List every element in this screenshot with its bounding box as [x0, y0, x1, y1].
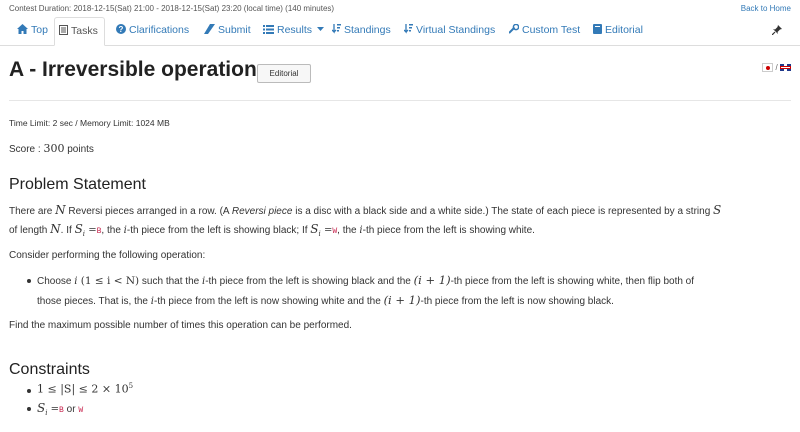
- tab-top[interactable]: Top: [13, 17, 52, 44]
- find-text: Find the maximum possible number of time…: [9, 320, 352, 331]
- code-W: W: [78, 406, 84, 415]
- score-unit: points: [67, 144, 94, 155]
- uk-flag-icon[interactable]: [780, 64, 791, 72]
- text: There are: [9, 206, 56, 217]
- text: -th piece from the left is showing black…: [126, 225, 311, 236]
- svg-text:?: ?: [119, 25, 124, 34]
- contest-info-bar: Contest Duration: 2018-12-15(Sat) 21:00 …: [0, 0, 800, 16]
- text: or: [63, 404, 79, 415]
- tab-label: Custom Test: [522, 24, 581, 36]
- math-N: N: [50, 222, 61, 236]
- text: Reversi pieces arranged in a row. (A: [65, 206, 232, 217]
- constraint-2: Si =B or W: [37, 401, 83, 417]
- tab-label: Editorial: [605, 24, 643, 36]
- math-S: S: [74, 222, 83, 236]
- operation-line-2: those pieces. That is, the i-th piece fr…: [37, 293, 614, 307]
- tab-editorial[interactable]: Editorial: [589, 17, 647, 44]
- tasks-icon: [59, 25, 68, 35]
- constraints-heading: Constraints: [9, 361, 90, 378]
- tab-label: Clarifications: [129, 24, 190, 36]
- score-line: Score : 300 points: [9, 142, 94, 155]
- sort-icon: [331, 24, 341, 34]
- lang-separator: /: [775, 63, 778, 72]
- list-bullet: [27, 407, 31, 411]
- tab-label: Tasks: [71, 25, 98, 37]
- tab-submit[interactable]: Submit: [200, 17, 255, 44]
- nav-tabs: Top Tasks ? Clarifications Submit Results…: [0, 17, 800, 46]
- math-eq: =: [47, 404, 60, 415]
- score-value: 300: [43, 142, 65, 155]
- japan-flag-icon[interactable]: [762, 63, 774, 73]
- back-to-home-link[interactable]: Back to Home: [741, 4, 791, 13]
- math-range: (1 ≤ i < N): [77, 275, 140, 287]
- text: , the: [337, 225, 360, 236]
- statement-line-2: of length N. If Si =B, the i-th piece fr…: [9, 222, 535, 238]
- page-title: A - Irreversible operation: [9, 58, 257, 81]
- text: . If: [60, 225, 75, 236]
- tab-tasks[interactable]: Tasks: [54, 17, 105, 46]
- text: -th piece from the left is showing white…: [362, 225, 535, 236]
- score-label: Score :: [9, 144, 41, 155]
- pin-icon[interactable]: [772, 25, 782, 35]
- math-S: S: [310, 222, 319, 236]
- question-icon: ?: [116, 24, 126, 34]
- sort-icon: [403, 24, 413, 34]
- tab-label: Results: [277, 24, 313, 36]
- text: -th piece from the left is showing black…: [205, 276, 414, 287]
- problem-statement-heading: Problem Statement: [9, 176, 146, 193]
- text: Choose: [37, 276, 75, 287]
- tab-label: Submit: [218, 24, 251, 36]
- list-bullet: [27, 279, 31, 283]
- caret-down-icon: [316, 27, 324, 31]
- tab-label: Virtual Standings: [416, 24, 496, 36]
- italic-term: Reversi piece: [231, 206, 293, 217]
- math-constraint: 1 ≤ |S| ≤ 2 × 10: [37, 382, 129, 396]
- list-bullet: [27, 389, 31, 393]
- tab-label: Top: [31, 24, 48, 36]
- wrench-icon: [508, 23, 520, 34]
- home-icon: [17, 24, 28, 34]
- operation-line-1: Choose i (1 ≤ i < N) such that the i-th …: [37, 273, 694, 287]
- list-icon: [263, 25, 274, 34]
- divider: [9, 100, 791, 101]
- text: -th piece from the left is now showing w…: [153, 296, 384, 307]
- text: such that the: [139, 276, 202, 287]
- text: those pieces. That is, the: [37, 296, 151, 307]
- text: is a disc with a black side and a white …: [292, 206, 714, 217]
- tab-results[interactable]: Results: [259, 17, 328, 44]
- math-S: S: [713, 203, 722, 217]
- tab-clarifications[interactable]: ? Clarifications: [112, 17, 193, 44]
- editorial-button[interactable]: Editorial: [257, 64, 311, 83]
- tab-label: Standings: [344, 24, 391, 36]
- math-eq: =: [320, 225, 333, 236]
- math-i-plus-1: (i + 1): [413, 273, 451, 287]
- contest-duration: Contest Duration: 2018-12-15(Sat) 21:00 …: [9, 4, 335, 13]
- math-S: S: [37, 401, 46, 415]
- statement-line-1: There are N Reversi pieces arranged in a…: [9, 203, 721, 217]
- limits-text: Time Limit: 2 sec / Memory Limit: 1024 M…: [9, 118, 170, 128]
- math-eq: =: [85, 225, 97, 236]
- text: , the: [101, 225, 124, 236]
- text: -th piece from the left is now showing b…: [420, 296, 614, 307]
- math-sup: 5: [128, 382, 134, 390]
- tab-custom-test[interactable]: Custom Test: [505, 17, 584, 44]
- tab-standings[interactable]: Standings: [328, 17, 395, 44]
- tab-virtual-standings[interactable]: Virtual Standings: [400, 17, 499, 44]
- text: -th piece from the left is showing white…: [450, 276, 695, 287]
- constraint-1: 1 ≤ |S| ≤ 2 × 105: [37, 382, 133, 395]
- consider-text: Consider performing the following operat…: [9, 250, 206, 261]
- math-i-plus-1: (i + 1): [383, 293, 421, 307]
- math-N: N: [55, 203, 66, 217]
- text: of length: [9, 225, 51, 236]
- book-icon: [593, 24, 602, 34]
- language-switcher: /: [762, 63, 791, 73]
- submit-icon: [204, 24, 215, 34]
